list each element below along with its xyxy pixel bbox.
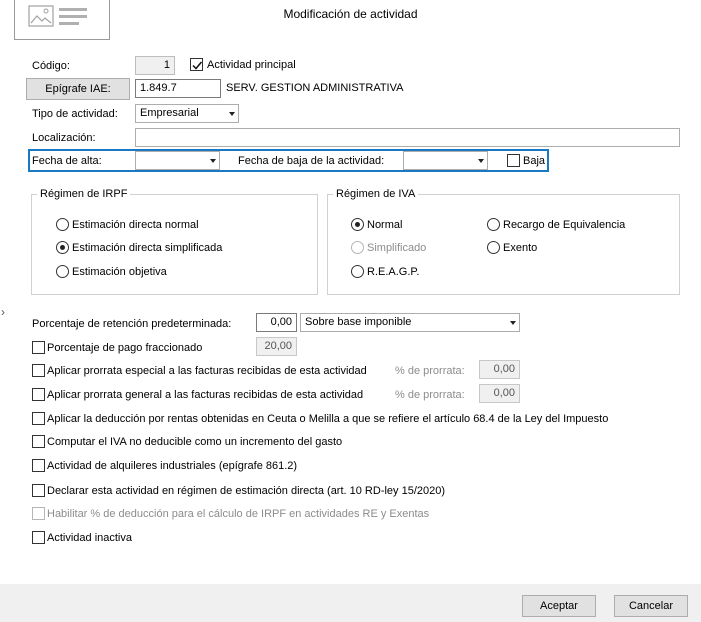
estimacion-directa-checkbox[interactable]	[32, 484, 45, 497]
prorrata-general-checkbox[interactable]	[32, 388, 45, 401]
epigrafe-field[interactable]: 1.849.7	[135, 79, 221, 98]
tipo-actividad-value: Empresarial	[140, 107, 199, 119]
epigrafe-description: SERV. GESTION ADMINISTRATIVA	[226, 82, 404, 94]
alquileres-industriales-label: Actividad de alquileres industriales (ep…	[47, 460, 298, 472]
pago-fraccionado-label: Porcentaje de pago fraccionado	[47, 342, 203, 354]
habilitar-deduccion-label: Habilitar % de deducción para el cálculo…	[47, 508, 430, 520]
irpf-radio-objetiva[interactable]	[56, 265, 69, 278]
prorrata-general-label: Aplicar prorrata general a las facturas …	[47, 389, 364, 401]
prorrata-general-input: 0,00	[479, 384, 520, 403]
epigrafe-iae-button[interactable]: Epígrafe IAE:	[26, 78, 130, 100]
actividad-principal-checkbox[interactable]	[190, 58, 203, 71]
prorrata-especial-label: Aplicar prorrata especial a las facturas…	[47, 365, 367, 377]
prorrata-especial-checkbox[interactable]	[32, 364, 45, 377]
radio-dot-icon	[355, 222, 360, 227]
iva-no-deducible-checkbox[interactable]	[32, 435, 45, 448]
ceuta-melilla-checkbox[interactable]	[32, 412, 45, 425]
iva-radio-simplificado	[351, 241, 364, 254]
tipo-actividad-label: Tipo de actividad:	[32, 108, 118, 120]
pago-fraccionado-input: 20,00	[256, 337, 297, 356]
fecha-alta-label: Fecha de alta:	[32, 155, 102, 167]
iva-radio-exento[interactable]	[487, 241, 500, 254]
iva-option-label: Recargo de Equivalencia	[503, 219, 626, 231]
irpf-option-label: Estimación objetiva	[72, 266, 167, 278]
irpf-radio-directa-normal[interactable]	[56, 218, 69, 231]
iva-radio-reagp[interactable]	[351, 265, 364, 278]
localizacion-input[interactable]	[135, 128, 680, 147]
irpf-group-title: Régimen de IRPF	[37, 187, 131, 201]
codigo-label: Código:	[32, 60, 70, 72]
habilitar-deduccion-checkbox	[32, 507, 45, 520]
actividad-principal-label: Actividad principal	[207, 59, 296, 71]
iva-option-label: Simplificado	[367, 242, 427, 254]
dialog-title: Modificación de actividad	[283, 7, 418, 21]
retencion-input[interactable]: 0,00	[256, 313, 297, 332]
irpf-radio-directa-simplificada[interactable]	[56, 241, 69, 254]
tipo-actividad-select[interactable]: Empresarial	[135, 104, 239, 123]
accept-button[interactable]: Aceptar	[522, 595, 596, 617]
localizacion-label: Localización:	[32, 132, 96, 144]
baja-checkbox[interactable]	[507, 154, 520, 167]
chevron-down-icon	[229, 112, 235, 116]
alquileres-industriales-checkbox[interactable]	[32, 459, 45, 472]
pago-fraccionado-checkbox[interactable]	[32, 341, 45, 354]
retencion-base-select[interactable]: Sobre base imponible	[300, 313, 520, 332]
check-icon	[192, 61, 203, 70]
ceuta-melilla-label: Aplicar la deducción por rentas obtenida…	[47, 413, 609, 425]
iva-radio-recargo-equivalencia[interactable]	[487, 218, 500, 231]
codigo-field[interactable]: 1	[135, 56, 175, 75]
cancel-button[interactable]: Cancelar	[614, 595, 688, 617]
irpf-option-label: Estimación directa normal	[72, 219, 199, 231]
estimacion-directa-label: Declarar esta actividad en régimen de es…	[47, 485, 446, 497]
fecha-baja-picker[interactable]	[403, 151, 488, 170]
retencion-label: Porcentaje de retención predeterminada:	[32, 318, 232, 330]
actividad-inactiva-label: Actividad inactiva	[47, 532, 132, 544]
irpf-option-label: Estimación directa simplificada	[72, 242, 223, 254]
prorrata-general-pct-label: % de prorrata:	[395, 389, 465, 401]
actividad-inactiva-checkbox[interactable]	[32, 531, 45, 544]
chevron-down-icon	[478, 159, 484, 163]
iva-radio-normal[interactable]	[351, 218, 364, 231]
chevron-right-icon: ›	[1, 305, 5, 319]
prorrata-especial-pct-label: % de prorrata:	[395, 365, 465, 377]
prorrata-especial-input: 0,00	[479, 360, 520, 379]
baja-label: Baja	[523, 155, 546, 167]
fecha-alta-picker[interactable]	[135, 151, 220, 170]
chevron-down-icon	[210, 159, 216, 163]
iva-group-title: Régimen de IVA	[333, 187, 419, 201]
radio-dot-icon	[60, 245, 65, 250]
iva-option-label: Normal	[367, 219, 403, 231]
iva-no-deducible-label: Computar el IVA no deducible como un inc…	[47, 436, 343, 448]
retencion-base-value: Sobre base imponible	[305, 316, 412, 328]
iva-option-label: R.E.A.G.P.	[367, 266, 420, 278]
iva-option-label: Exento	[503, 242, 538, 254]
chevron-down-icon	[510, 321, 516, 325]
fecha-baja-label: Fecha de baja de la actividad:	[238, 155, 385, 167]
